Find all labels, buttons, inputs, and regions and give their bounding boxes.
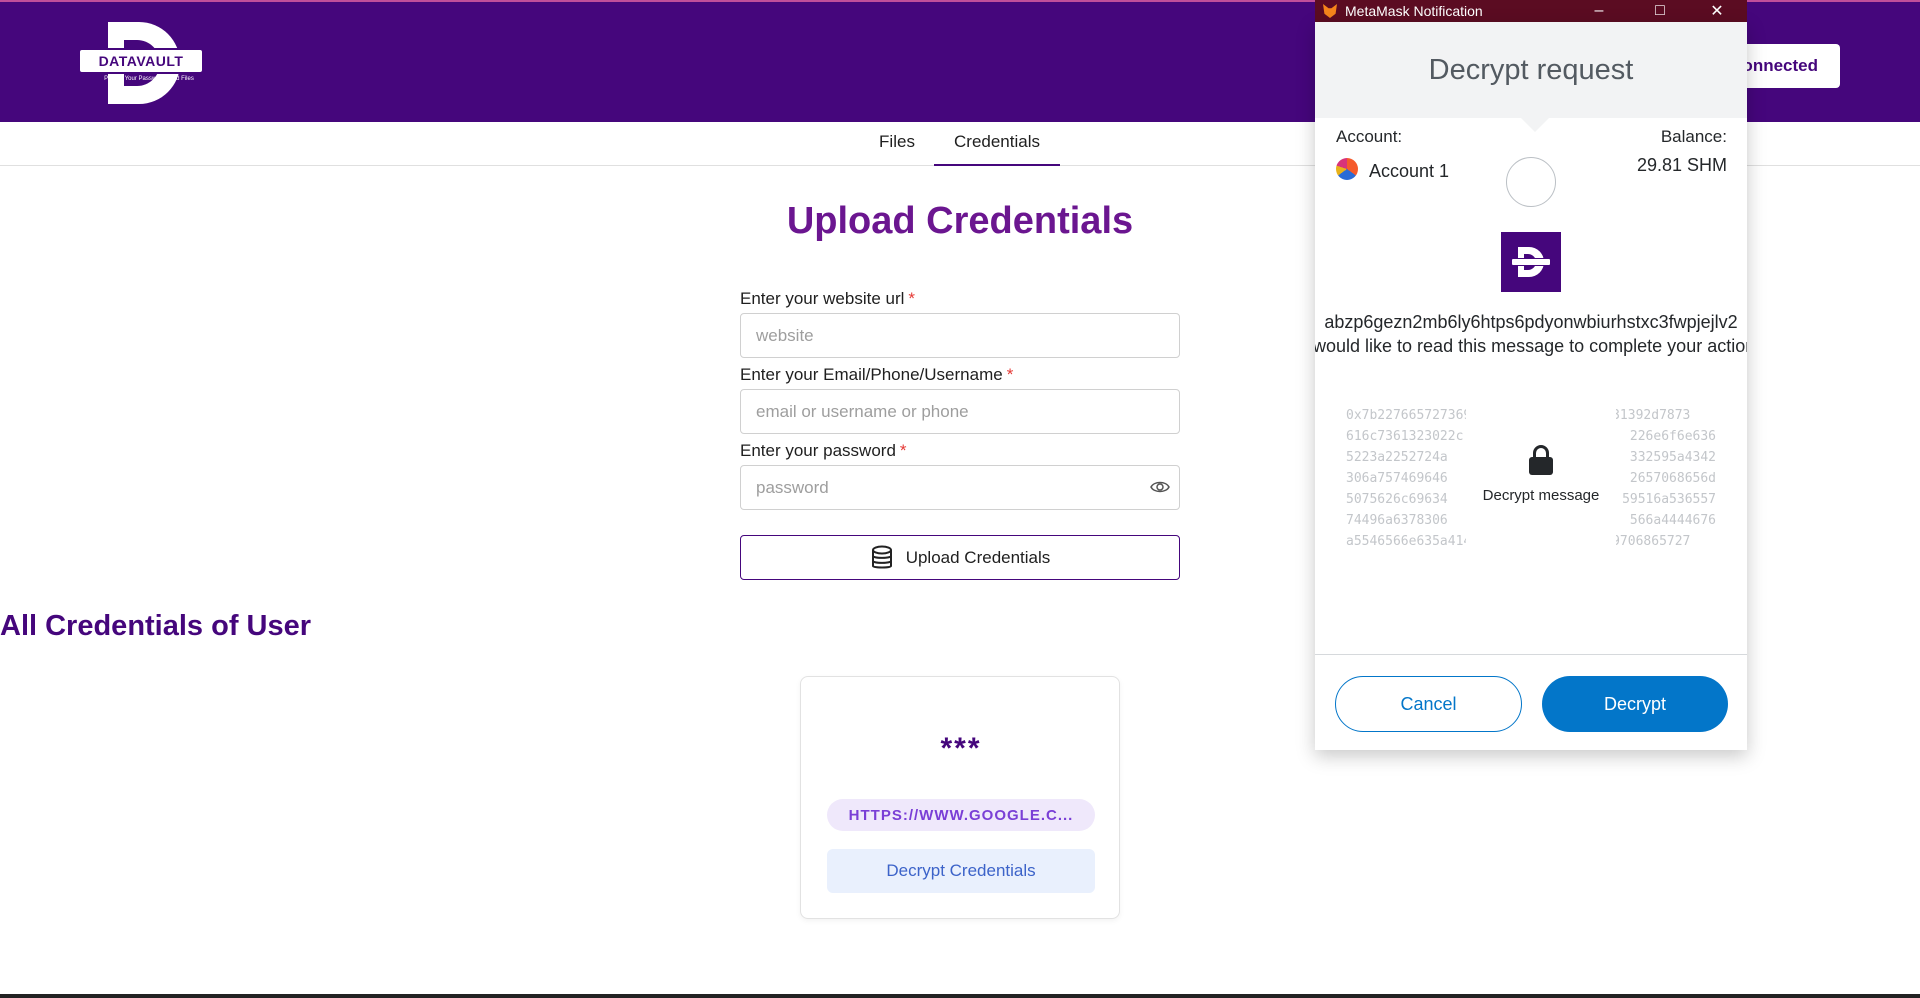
masked-password: *** bbox=[940, 732, 982, 765]
origin-circle-icon bbox=[1506, 157, 1556, 207]
decrypt-credentials-button[interactable]: Decrypt Credentials bbox=[827, 849, 1095, 893]
account-label: Account: bbox=[1336, 127, 1403, 146]
username-input[interactable] bbox=[740, 389, 1180, 434]
request-origin: abzp6gezn2mb6ly6htps6pdyonwbiurhstxc3fwp… bbox=[1324, 312, 1738, 332]
required-mark: * bbox=[908, 289, 916, 308]
close-window-button[interactable]: ✕ bbox=[1694, 0, 1740, 22]
bottom-edge bbox=[0, 994, 1920, 998]
page-title: Upload Credentials bbox=[786, 200, 1134, 242]
balance-value: 29.81 SHM bbox=[1636, 155, 1727, 175]
required-mark: * bbox=[899, 441, 907, 460]
credential-card: *** HTTPS://WWW.GOOGLE.C... Decrypt Cred… bbox=[800, 676, 1120, 919]
username-label: Enter your Email/Phone/Username * bbox=[740, 365, 1014, 384]
decrypt-message-label: Decrypt message bbox=[1482, 486, 1600, 504]
footer-divider bbox=[1315, 654, 1747, 655]
lock-icon bbox=[1528, 444, 1554, 475]
logo-banner: DATAVAULT bbox=[78, 48, 204, 74]
eye-icon[interactable] bbox=[1150, 479, 1170, 495]
encrypted-message: 0x7b2276657273696f6e223a227832353531392d… bbox=[1346, 405, 1716, 549]
database-icon bbox=[871, 545, 892, 568]
minimize-button[interactable]: – bbox=[1576, 0, 1622, 22]
metamask-window-title: MetaMask Notification bbox=[1345, 3, 1483, 19]
credential-url-badge: HTTPS://WWW.GOOGLE.C... bbox=[827, 799, 1095, 831]
logo-tagline: Protect Your Passwords and Files bbox=[104, 76, 194, 82]
balance-label: Balance: bbox=[1660, 127, 1727, 146]
decrypt-message-overlay[interactable]: Decrypt message bbox=[1466, 405, 1616, 545]
maximize-button[interactable]: □ bbox=[1637, 0, 1683, 22]
metamask-fox-icon bbox=[1323, 4, 1337, 18]
required-mark: * bbox=[1006, 365, 1014, 384]
tab-files[interactable]: Files bbox=[870, 132, 924, 166]
credentials-section-title: All Credentials of User bbox=[0, 610, 312, 642]
upload-credentials-button[interactable]: Upload Credentials bbox=[740, 535, 1180, 580]
datavault-logo[interactable]: DATAVAULT Protect Your Passwords and Fil… bbox=[78, 22, 208, 104]
account-name: Account 1 bbox=[1369, 161, 1450, 181]
metamask-popup: Decrypt request Account: Balance: Accoun… bbox=[1315, 22, 1747, 750]
site-logo-icon bbox=[1501, 232, 1561, 292]
website-input[interactable] bbox=[740, 313, 1180, 358]
decrypt-button[interactable]: Decrypt bbox=[1542, 676, 1728, 732]
decrypt-request-header: Decrypt request bbox=[1315, 22, 1747, 118]
password-input[interactable] bbox=[740, 465, 1180, 510]
account-avatar-icon bbox=[1336, 158, 1358, 180]
cancel-button[interactable]: Cancel bbox=[1335, 676, 1522, 732]
website-label: Enter your website url * bbox=[740, 289, 916, 308]
tab-credentials[interactable]: Credentials bbox=[934, 132, 1060, 166]
request-message: would like to read this message to compl… bbox=[1315, 336, 1747, 356]
password-label: Enter your password * bbox=[740, 441, 907, 460]
